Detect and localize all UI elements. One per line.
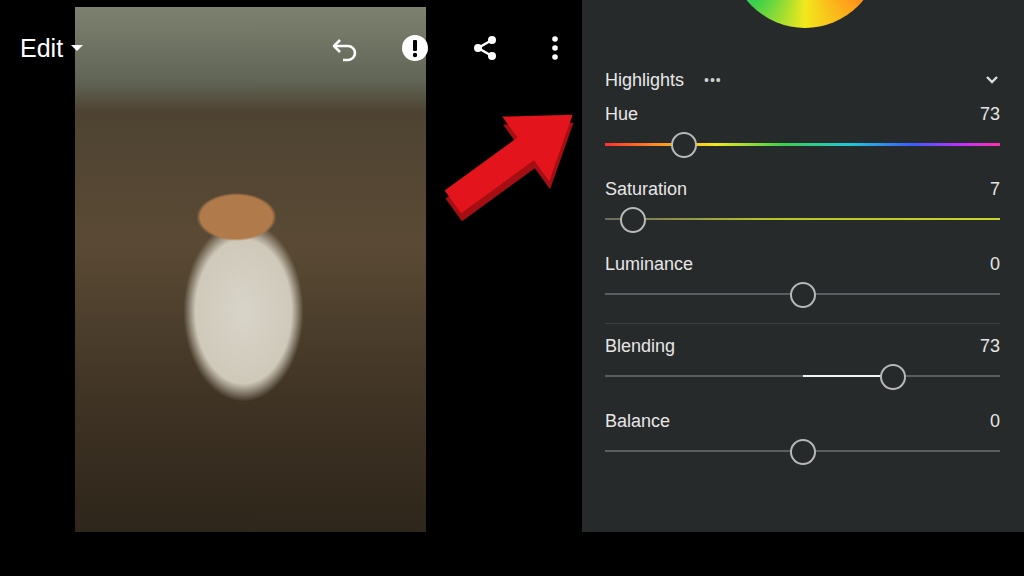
slider-knob[interactable] [671, 132, 697, 158]
top-bar: Edit [0, 0, 582, 96]
slider-track [605, 143, 1000, 146]
color-grading-panel: Highlights•••Hue73Saturation7Luminance0B… [582, 0, 1024, 532]
slider[interactable] [605, 280, 1000, 308]
editor-area: Edit [0, 0, 582, 576]
section-more-button[interactable]: ••• [704, 72, 722, 88]
slider-row: Blending73 [605, 328, 1000, 403]
color-wheel[interactable] [730, 0, 880, 28]
slider-knob[interactable] [790, 282, 816, 308]
section-header[interactable]: Highlights••• [605, 64, 1000, 96]
slider[interactable] [605, 205, 1000, 233]
dropdown-caret-icon [71, 45, 83, 51]
slider-row: Saturation7 [605, 171, 1000, 246]
slider-knob[interactable] [790, 439, 816, 465]
slider-row: Luminance0 [605, 246, 1000, 321]
more-options-icon[interactable] [541, 34, 569, 62]
screen: Edit Highlights•••Hue73Saturation7Luminan… [0, 0, 1024, 576]
slider-knob[interactable] [620, 207, 646, 233]
slider[interactable] [605, 437, 1000, 465]
slider-row: Balance0 [605, 403, 1000, 478]
chevron-icon[interactable] [984, 72, 1000, 88]
slider-knob[interactable] [880, 364, 906, 390]
share-icon[interactable] [471, 34, 499, 62]
alert-icon[interactable] [401, 34, 429, 62]
red-arrow-icon [428, 82, 603, 222]
slider-row: Hue73 [605, 96, 1000, 171]
undo-icon[interactable] [331, 34, 359, 62]
slider-track [605, 218, 1000, 220]
slider[interactable] [605, 362, 1000, 390]
photo [75, 7, 426, 532]
divider [605, 323, 1000, 324]
slider[interactable] [605, 130, 1000, 158]
edit-menu[interactable]: Edit [20, 34, 83, 63]
